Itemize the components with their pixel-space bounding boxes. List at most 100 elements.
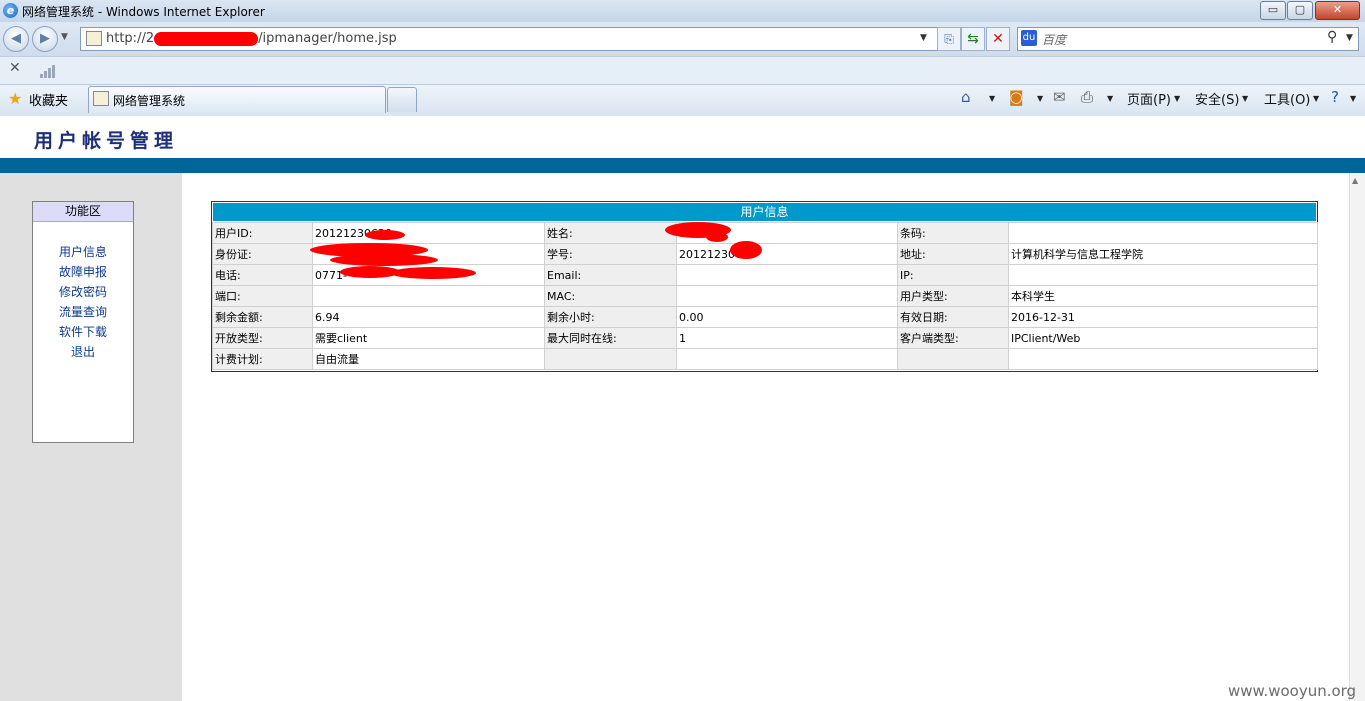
window-title: 网络管理系统 - Windows Internet Explorer [22,5,265,19]
sidebar-item-change-password[interactable]: 修改密码 [33,283,133,300]
redaction-mark [365,230,405,240]
table-row: 剩余金额: 6.94 剩余小时: 0.00 有效日期: 2016-12-31 [212,306,1318,328]
close-window-button[interactable]: ✕ [1315,1,1360,20]
field-label: 电话: [212,264,313,286]
field-value: 6.94 [312,306,545,328]
field-label: 剩余小时: [544,306,677,328]
close-bar-icon[interactable]: ✕ [9,60,21,76]
sidebar-item-software-download[interactable]: 软件下载 [33,323,133,340]
field-label: 身份证: [212,243,313,265]
field-label: 条码: [897,222,1009,244]
mail-icon[interactable]: ✉ [1053,88,1066,106]
user-info-title: 用户信息 [213,203,1316,221]
field-value: 20121230620 [312,222,545,244]
field-value: 计算机科学与信息工程学院 [1008,243,1318,265]
url-suffix: /ipmanager/home.jsp [258,31,397,46]
feed-dropdown-icon[interactable]: ▼ [1037,94,1043,103]
refresh-icon[interactable]: ⇆ [961,27,985,51]
sidebar-item-fault-report[interactable]: 故障申报 [33,263,133,280]
address-url[interactable]: http://2/ipmanager/home.jsp [106,31,397,46]
safety-menu-dropdown-icon[interactable]: ▼ [1242,94,1248,103]
field-value: 0.00 [676,306,898,328]
field-value [1008,222,1318,244]
field-label: 学号: [544,243,677,265]
tools-menu-dropdown-icon[interactable]: ▼ [1313,94,1319,103]
home-dropdown-icon[interactable]: ▼ [989,94,995,103]
page-menu-dropdown-icon[interactable]: ▼ [1174,94,1180,103]
stop-icon[interactable]: ✕ [986,27,1010,51]
search-icon[interactable]: ⚲ [1327,29,1337,45]
search-input[interactable] [1017,27,1359,51]
field-value [312,285,545,307]
home-icon[interactable]: ⌂ [961,88,971,106]
field-label: 剩余金额: [212,306,313,328]
field-label: 有效日期: [897,306,1009,328]
field-value [676,348,898,370]
sidebar-item-logout[interactable]: 退出 [33,343,133,360]
field-label: 开放类型: [212,327,313,349]
help-icon[interactable]: ? [1331,88,1339,106]
table-row: 开放类型: 需要client 最大同时在线: 1 客户端类型: IPClient… [212,327,1318,349]
function-panel [32,201,134,443]
tab-page-icon [93,91,109,106]
sidebar-item-traffic-query[interactable]: 流量查询 [33,303,133,320]
field-value: IPClient/Web [1008,327,1318,349]
recent-pages-dropdown-icon[interactable]: ▼ [61,32,68,42]
rss-feed-icon[interactable]: ◙ [1009,88,1024,106]
field-value: 2016-12-31 [1008,306,1318,328]
field-value [676,285,898,307]
forward-button[interactable]: ▶ [32,26,58,52]
field-label [544,348,677,370]
vertical-scrollbar[interactable] [1349,173,1365,701]
field-value: 需要client [312,327,545,349]
field-value: 自由流量 [312,348,545,370]
favorites-star-icon[interactable]: ★ [8,89,22,108]
page-icon [86,31,102,46]
back-button[interactable]: ◀ [3,26,29,52]
address-dropdown-icon[interactable]: ▼ [920,33,927,43]
help-dropdown-icon[interactable]: ▼ [1350,94,1356,103]
print-icon[interactable]: ⎙ [1081,88,1093,106]
redaction-mark [390,267,476,279]
field-value [1008,264,1318,286]
field-label: 姓名: [544,222,677,244]
new-tab-button[interactable] [387,87,417,112]
page-title: 用户帐号管理 [34,130,179,152]
tab-label[interactable]: 网络管理系统 [113,92,185,109]
field-value: 本科学生 [1008,285,1318,307]
page-header [0,116,1365,158]
url-redaction [154,31,259,46]
field-label: MAC: [544,285,677,307]
sidebar-item-user-info[interactable]: 用户信息 [33,243,133,260]
watermark: www.wooyun.org [1228,682,1357,700]
compatibility-view-icon[interactable]: ⎘ [937,27,961,51]
url-prefix: http://2 [106,31,155,46]
scroll-up-icon[interactable]: ▲ [1352,176,1358,185]
search-options-dropdown-icon[interactable]: ▼ [1346,33,1353,43]
field-value: 20121230620 [676,243,898,265]
field-label: 最大同时在线: [544,327,677,349]
field-value [1008,348,1318,370]
baidu-icon: du [1021,30,1037,46]
field-value [676,264,898,286]
field-label: 计费计划: [212,348,313,370]
field-label: 端口: [212,285,313,307]
page-menu[interactable]: 页面(P) [1127,89,1171,108]
tools-menu[interactable]: 工具(O) [1264,89,1310,108]
redaction-mark [330,254,438,266]
header-bar [0,158,1365,173]
redaction-mark [730,241,762,259]
field-value: 1 [676,327,898,349]
print-dropdown-icon[interactable]: ▼ [1107,94,1113,103]
maximize-button[interactable]: ▢ [1287,1,1313,20]
signal-icon [40,64,56,78]
safety-menu[interactable]: 安全(S) [1195,89,1239,108]
toolbar-strip [0,56,1365,85]
ie-logo-icon: e [3,3,18,18]
table-row: 计费计划: 自由流量 [212,348,1318,370]
minimize-button[interactable]: ▭ [1260,1,1286,20]
favorites-button[interactable]: 收藏夹 [29,90,68,109]
field-label: 地址: [897,243,1009,265]
redaction-mark [706,232,728,242]
field-label [897,348,1009,370]
